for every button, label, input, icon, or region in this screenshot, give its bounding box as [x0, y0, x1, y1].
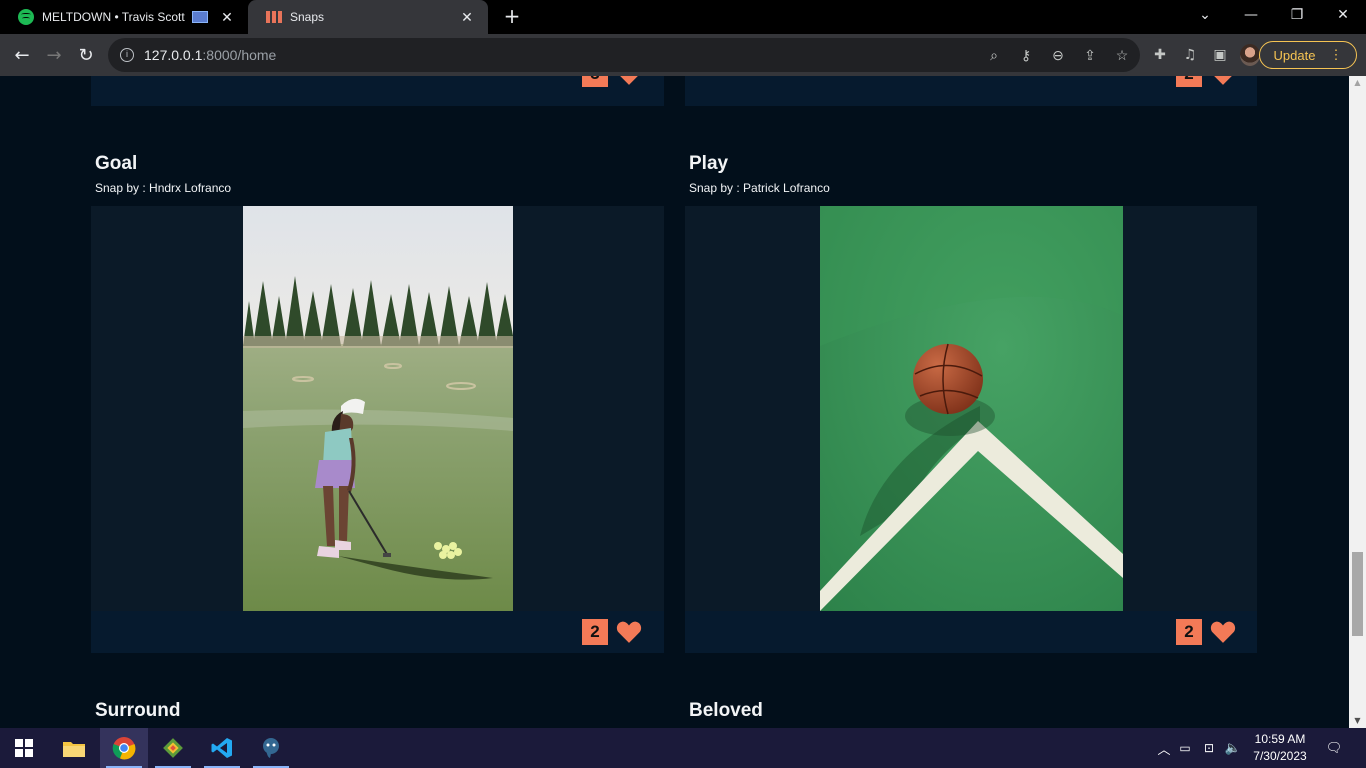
taskbar-clock[interactable]: 10:59 AM 7/30/2023	[1244, 731, 1316, 765]
like-count-badge: 2	[1176, 619, 1202, 645]
minimize-button[interactable]: —	[1228, 0, 1274, 30]
snaps-favicon	[266, 11, 282, 23]
git-icon[interactable]	[149, 728, 197, 768]
card-footer: 2	[685, 611, 1257, 653]
update-button[interactable]: Update ⋮	[1259, 41, 1357, 69]
heart-icon[interactable]	[616, 76, 642, 86]
snap-title: Goal	[95, 153, 138, 174]
postgres-icon[interactable]	[247, 728, 295, 768]
media-control-icon[interactable]: ♫	[1180, 47, 1200, 63]
browser-toolbar: ← → ↻ i 127.0.0.1:8000/home ⌕ ⚷ ⊖ ⇪ ☆ ✚ …	[0, 34, 1366, 76]
snap-title: Surround	[95, 700, 181, 721]
update-label: Update	[1273, 47, 1316, 63]
show-hidden-icons-chevron-icon[interactable]: ︿	[1155, 739, 1173, 758]
search-icon[interactable]: ⌕	[984, 47, 1004, 64]
volume-icon[interactable]: 🔈	[1221, 741, 1245, 756]
close-tab-icon[interactable]: ✕	[458, 9, 476, 26]
card-footer: 2	[685, 76, 1257, 106]
profile-avatar[interactable]	[1240, 44, 1260, 66]
windows-start-icon[interactable]	[0, 728, 48, 768]
zoom-out-icon[interactable]: ⊖	[1048, 47, 1068, 64]
heart-icon[interactable]	[1210, 620, 1236, 644]
notification-center-icon[interactable]: 🗨	[1322, 728, 1346, 768]
bookmark-star-icon[interactable]: ☆	[1112, 47, 1132, 64]
snap-title: Beloved	[689, 700, 763, 721]
clock-time: 10:59 AM	[1254, 732, 1306, 746]
vscode-icon[interactable]	[198, 728, 246, 768]
page-viewport: 3 2 Goal Snap by : Hndrx Lofranco	[0, 76, 1349, 728]
heart-icon[interactable]	[1210, 76, 1236, 86]
snap-title: Play	[689, 153, 729, 174]
restore-button[interactable]: ❐	[1274, 0, 1320, 30]
battery-icon[interactable]: ▭	[1173, 741, 1197, 755]
close-tab-icon[interactable]: ✕	[218, 9, 236, 26]
snap-image-frame	[91, 206, 664, 611]
key-icon[interactable]: ⚷	[1016, 47, 1036, 64]
close-window-button[interactable]: ✕	[1320, 0, 1366, 30]
file-explorer-icon[interactable]	[50, 728, 98, 768]
card-footer: 2	[91, 611, 664, 653]
site-info-icon[interactable]: i	[120, 48, 134, 62]
extensions-icon[interactable]: ✚	[1150, 47, 1170, 63]
snap-author: Snap by : Hndrx Lofranco	[95, 181, 232, 195]
spotify-icon	[18, 9, 34, 25]
like-count-badge: 3	[582, 76, 608, 87]
scrollbar-thumb[interactable]	[1352, 552, 1363, 636]
tab-snaps[interactable]: Snaps ✕	[248, 0, 488, 34]
snap-image-golf[interactable]	[243, 206, 513, 611]
snap-image-basketball[interactable]	[820, 206, 1123, 611]
scroll-up-arrow-icon[interactable]: ▲	[1349, 78, 1366, 88]
tab-title: MELTDOWN • Travis Scott	[42, 10, 185, 24]
like-count-badge: 2	[582, 619, 608, 645]
address-bar[interactable]: i 127.0.0.1:8000/home ⌕ ⚷ ⊖ ⇪ ☆	[108, 38, 1140, 72]
scroll-down-arrow-icon[interactable]: ▼	[1349, 716, 1366, 726]
card-footer: 3	[91, 76, 664, 106]
reload-button[interactable]: ↻	[70, 39, 102, 71]
share-icon[interactable]: ⇪	[1080, 47, 1100, 64]
like-count-badge: 2	[1176, 76, 1202, 87]
snap-author: Snap by : Patrick Lofranco	[689, 181, 830, 195]
chrome-icon[interactable]	[100, 728, 148, 768]
heart-icon[interactable]	[616, 620, 642, 644]
back-button[interactable]: ←	[6, 39, 38, 71]
new-tab-button[interactable]: +	[500, 5, 524, 29]
tab-title: Snaps	[290, 10, 325, 24]
url-path: :8000/home	[202, 47, 277, 63]
system-tray: ︿ ▭ ⊡ 🔈	[1155, 728, 1245, 768]
network-icon[interactable]: ⊡	[1197, 741, 1221, 755]
tab-strip: MELTDOWN • Travis Scott ✕ Snaps ✕ + ⌄ — …	[0, 0, 1366, 34]
snap-image-frame	[685, 206, 1257, 611]
side-panel-icon[interactable]: ▣	[1210, 47, 1230, 63]
page-scrollbar[interactable]: ▲ ▼	[1349, 76, 1366, 728]
clock-date: 7/30/2023	[1253, 749, 1307, 763]
windows-taskbar: ︿ ▭ ⊡ 🔈 10:59 AM 7/30/2023 🗨	[0, 728, 1366, 768]
tab-search-chevron-icon[interactable]: ⌄	[1182, 0, 1228, 30]
forward-button[interactable]: →	[38, 39, 70, 71]
picture-in-picture-icon	[192, 11, 208, 23]
url-host: 127.0.0.1	[144, 47, 203, 63]
tab-spotify[interactable]: MELTDOWN • Travis Scott ✕	[0, 0, 248, 34]
more-menu-icon[interactable]: ⋮	[1329, 47, 1342, 63]
